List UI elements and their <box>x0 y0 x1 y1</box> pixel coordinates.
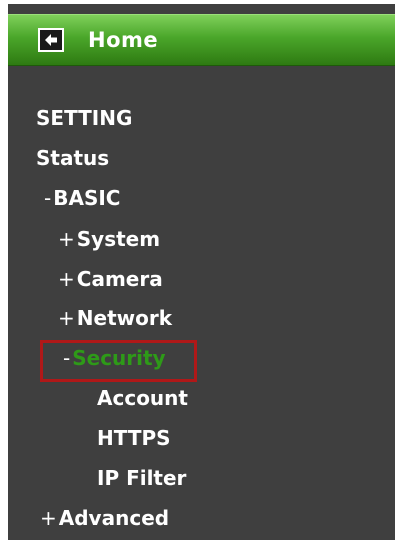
menu-item-https[interactable]: HTTPS <box>97 426 171 450</box>
collapse-icon: - <box>44 186 52 210</box>
menu-item-security[interactable]: - Security <box>63 346 166 370</box>
menu-item-system-label: System <box>76 227 161 251</box>
home-header[interactable]: Home <box>8 14 395 66</box>
menu-item-advanced[interactable]: + Advanced <box>40 506 169 530</box>
menu-item-camera-label: Camera <box>76 267 163 291</box>
menu-item-ip-filter[interactable]: IP Filter <box>97 466 186 490</box>
menu-item-basic-label: BASIC <box>53 186 121 210</box>
expand-icon: + <box>58 267 75 291</box>
menu-item-advanced-label: Advanced <box>58 506 170 530</box>
menu-setting-heading: SETTING <box>36 106 133 130</box>
expand-icon: + <box>40 506 57 530</box>
menu-item-network-label: Network <box>76 306 173 330</box>
expand-icon: + <box>58 306 75 330</box>
expand-icon: + <box>58 227 75 251</box>
arrow-left-icon[interactable] <box>38 28 64 52</box>
menu-item-camera[interactable]: + Camera <box>58 267 163 291</box>
menu-item-basic[interactable]: - BASIC <box>44 186 120 210</box>
collapse-icon: - <box>63 346 71 370</box>
menu-item-status[interactable]: Status <box>36 146 109 170</box>
menu-item-account[interactable]: Account <box>97 386 188 410</box>
menu-item-network[interactable]: + Network <box>58 306 172 330</box>
menu-item-security-label: Security <box>72 346 166 370</box>
menu-item-system[interactable]: + System <box>58 227 160 251</box>
home-link[interactable]: Home <box>88 28 158 52</box>
